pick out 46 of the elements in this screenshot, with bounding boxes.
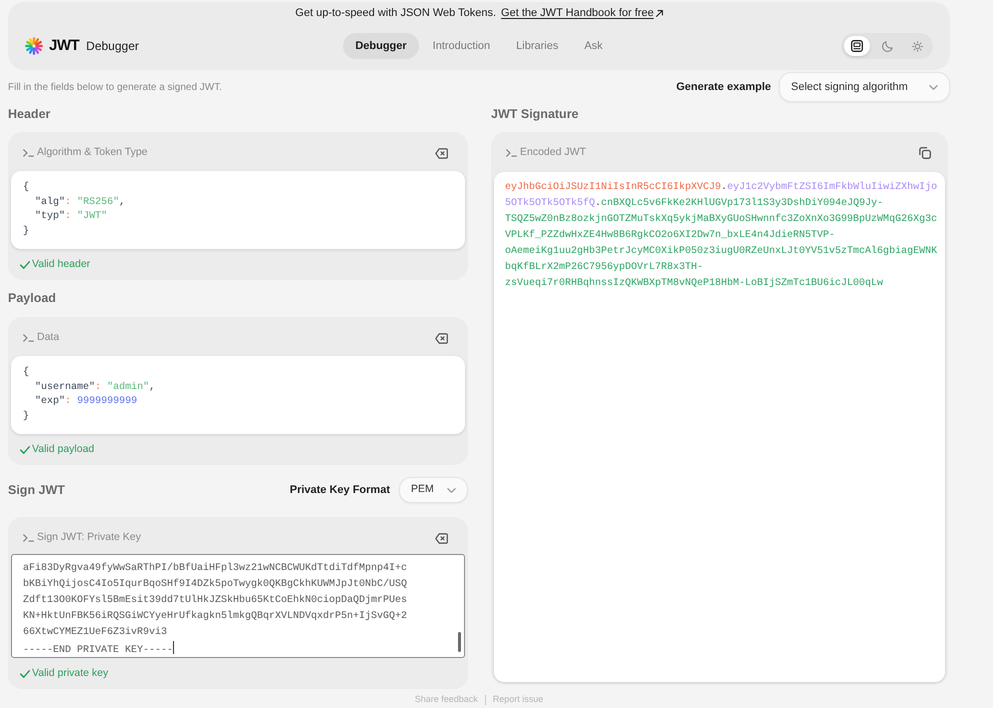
moon-icon <box>882 40 892 52</box>
private-key-field[interactable]: aFi83DyRgva49fyWwSaRThPI/bBfUaiHFpl3wz21wNCBCWUKdTtdiTdfMpnp4I+c bKBiYhQijosC4Io5IqurBqoSHf9I4DZk5poTwygk0QKBgCkhKUWMJpJt0NbC/USQ Zdft13O0KOFYsl5BmEsit39dd7tUlHkJZSkHbu65KtCoEhkN0ciopDaQDjmrPUes KN+HktUnFBK56iRQSGiWCYyeHrUfkagkn5lmkgQBqrXVLNDVqxdrP5n+IjSvGQ+2 66XtwCYMEZ1UeF6Z3ivR9vi3 -----END PRIVATE KEY----- <box>11 554 465 658</box>
section-heading: Payload <box>8 290 57 307</box>
encoded-jwt-output: eyJhbGciOiJSUzI1NiIsInR5cCI6IkpXVCJ9.eyJ1c2VybmFtZSI6ImFkbWluIiwiZXhwIjo5OTk5OTk5OTk5fQ.cnBXQLc5v6FkKe2KHlUGVp173l1S3y3DshDiY094eJQ9Jy-TSQZ5wZ0nBz8ozkjnGOTZMuTskXq5ykjMaBXyGUoSHwnnfc3ZoXnXo3G99BpUzWMqG26Xg3cVPLKf_PZZdwHxZE4Hw8B6RgkCO2o6XI2Dw7n_bxLE4n4JdieRN5TVP-oAemeiKg1uu2gHb3PetrJcyMC0XikP050z3iugU0RZeUnxLJt0YV51v5zTmcAl6gbiagEWNKbqKfBLrX2mP26C7956ypDOVrL7R8x3TH-zsVueqi7r0RHBqhnssIzQKWBXpTM8vNQeP18HbM-LoBIjSZmTc1BU6icJL00qLw <box>494 172 945 682</box>
key-format-select[interactable]: PEM <box>399 477 468 503</box>
logo-wordmark: JWT <box>49 36 80 56</box>
nav-tab[interactable]: Introduction <box>420 33 502 59</box>
section-heading: Sign JWT <box>8 482 65 499</box>
json-editor[interactable]: { "username": "admin", "exp": 9999999999 } <box>11 356 465 434</box>
backspace-icon[interactable] <box>435 148 448 158</box>
monitor-icon <box>851 40 863 52</box>
panel-title: Data <box>37 330 60 346</box>
algorithm-select[interactable]: Select signing algorithm <box>779 72 950 102</box>
terminal-icon <box>23 534 34 542</box>
status-message: Valid header <box>32 257 90 272</box>
scrollbar-thumb[interactable] <box>458 632 461 652</box>
json-editor[interactable]: { "alg": "RS256", "typ": "JWT" } <box>11 171 465 249</box>
section-heading: Header <box>8 106 52 123</box>
terminal-icon <box>23 334 34 342</box>
backspace-icon[interactable] <box>435 332 448 344</box>
handbook-link[interactable]: Get the JWT Handbook for free <box>501 4 663 22</box>
section-heading: JWT Signature <box>491 106 580 123</box>
terminal-icon <box>506 149 517 157</box>
generate-example-label: Generate example <box>676 80 771 95</box>
sun-icon <box>912 40 922 52</box>
backspace-icon[interactable] <box>435 532 448 544</box>
intro-text: Fill in the fields below to generate a signed JWT. <box>8 80 222 94</box>
nav-tab[interactable]: Debugger <box>343 33 419 59</box>
panel-title: Sign JWT: Private Key <box>37 530 141 546</box>
chevron-down-icon <box>447 488 456 492</box>
arrow-up-right-icon <box>656 10 663 16</box>
nav-tab[interactable]: Libraries <box>504 33 570 59</box>
app-title: Debugger <box>86 38 139 55</box>
status-message: Valid payload <box>32 442 94 458</box>
nav-tab[interactable]: Ask <box>572 33 615 59</box>
copy-icon[interactable] <box>919 147 931 159</box>
text-cursor <box>173 641 174 654</box>
status-message: Valid private key <box>32 666 108 682</box>
banner-text: Get up-to-speed with JSON Web Tokens. <box>295 6 496 21</box>
terminal-icon <box>23 149 34 157</box>
panel-title: Encoded JWT <box>520 145 586 160</box>
chevron-down-icon <box>929 84 938 90</box>
key-format-label: Private Key Format <box>290 482 390 498</box>
starburst-logo-icon <box>25 37 43 55</box>
panel-title: Algorithm & Token Type <box>37 145 148 160</box>
theme-button[interactable] <box>844 36 870 56</box>
